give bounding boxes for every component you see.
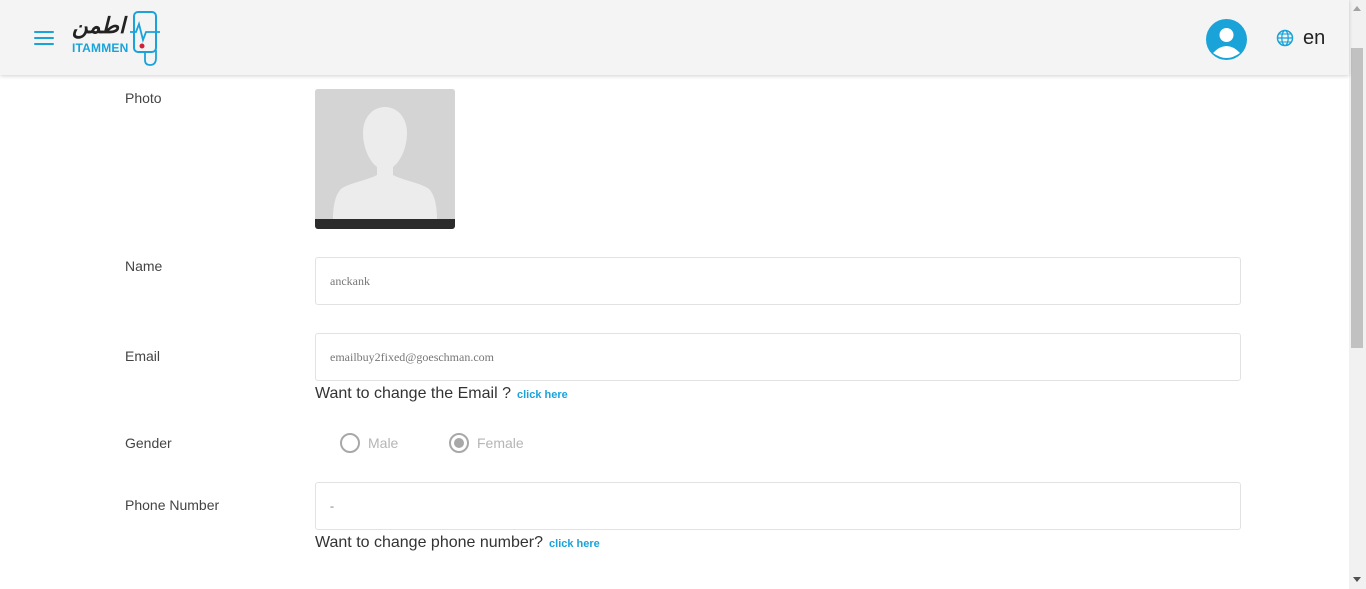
- user-avatar-icon[interactable]: [1206, 19, 1247, 60]
- gender-radio-female[interactable]: Female: [449, 433, 524, 453]
- gender-radio-male[interactable]: Male: [340, 433, 398, 453]
- email-field[interactable]: emailbuy2fixed@goeschman.com: [315, 333, 1241, 381]
- phone-change-link[interactable]: click here: [549, 538, 600, 550]
- person-silhouette-icon: [315, 89, 455, 229]
- name-field[interactable]: anckank: [315, 257, 1241, 305]
- radio-checked-icon: [449, 433, 469, 453]
- email-change-help: Want to change the Email ? click here: [315, 385, 568, 403]
- phone-label: Phone Number: [125, 497, 220, 513]
- language-label: en: [1303, 27, 1326, 49]
- hamburger-menu-icon[interactable]: [34, 31, 54, 47]
- vertical-scrollbar[interactable]: [1349, 0, 1366, 589]
- gender-female-label: Female: [477, 435, 524, 451]
- email-help-text: Want to change the Email ?: [315, 385, 511, 402]
- phone-change-help: Want to change phone number? click here: [315, 534, 600, 552]
- itammen-logo[interactable]: اطمن ITAMMEN: [70, 10, 162, 68]
- scroll-down-arrow-icon[interactable]: [1353, 577, 1361, 582]
- scrollbar-thumb[interactable]: [1351, 48, 1363, 348]
- phone-field[interactable]: -: [315, 482, 1241, 530]
- name-label: Name: [125, 258, 163, 274]
- photo-label: Photo: [125, 90, 162, 106]
- logo-arabic-text: اطمن: [72, 14, 126, 39]
- profile-photo[interactable]: [315, 89, 455, 229]
- top-header: اطمن ITAMMEN en: [0, 0, 1349, 75]
- email-label: Email: [125, 348, 161, 364]
- gender-label: Gender: [125, 435, 172, 451]
- gender-male-label: Male: [368, 435, 399, 451]
- globe-icon: [1276, 29, 1294, 47]
- phone-help-text: Want to change phone number?: [315, 534, 544, 551]
- radio-unchecked-icon: [340, 433, 360, 453]
- phone-stethoscope-icon: [130, 11, 160, 66]
- email-change-link[interactable]: click here: [517, 389, 568, 401]
- scroll-up-arrow-icon[interactable]: [1353, 6, 1361, 11]
- language-switcher[interactable]: en: [1276, 27, 1325, 49]
- logo-text: ITAMMEN: [72, 41, 129, 55]
